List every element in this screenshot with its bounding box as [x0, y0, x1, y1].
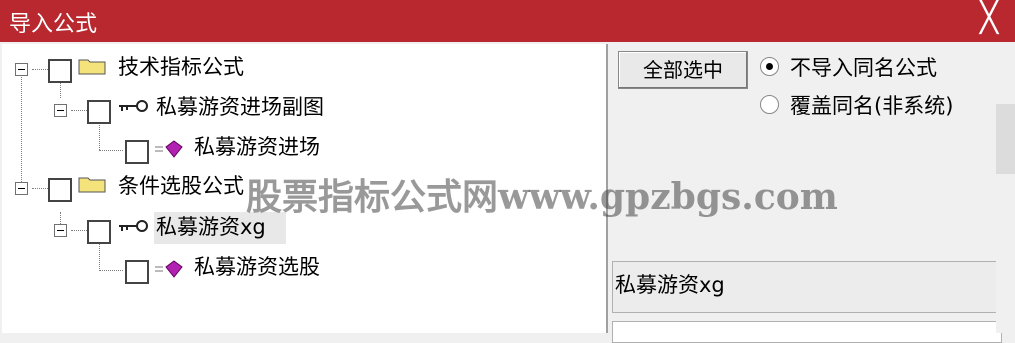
collapse-icon[interactable] — [15, 182, 28, 195]
gem-icon — [155, 140, 183, 158]
key-icon — [119, 220, 148, 232]
selected-formula-name: 私募游资xg — [615, 273, 725, 297]
gem-icon — [155, 260, 183, 278]
close-icon[interactable]: ╳ — [977, 3, 1001, 33]
formula-checkbox[interactable] — [87, 100, 111, 124]
tree-line — [71, 230, 87, 231]
collapse-icon[interactable] — [15, 63, 28, 76]
title-bar: 导入公式 ╳ — [0, 0, 1015, 42]
tree-line — [99, 270, 123, 271]
select-all-button[interactable]: 全部选中 — [618, 51, 748, 89]
formula-name-display: 私募游资xg — [612, 261, 1002, 313]
folder-icon — [78, 177, 106, 193]
leaf-checkbox[interactable] — [125, 140, 149, 164]
collapse-icon[interactable] — [54, 224, 67, 237]
radio-skip-duplicates[interactable] — [760, 57, 779, 76]
options-panel: 全部选中 不导入同名公式 覆盖同名(非系统) 私募游资xg — [608, 44, 1015, 343]
description-box[interactable] — [612, 321, 1002, 343]
formula-checkbox[interactable] — [87, 220, 111, 244]
collapse-icon[interactable] — [54, 104, 67, 117]
folder-icon — [78, 59, 106, 75]
group-checkbox[interactable] — [48, 178, 72, 202]
tree-line — [99, 150, 123, 151]
radio-overwrite[interactable] — [760, 95, 779, 114]
leaf-checkbox[interactable] — [125, 260, 149, 284]
formula-label: 私募游资进场副图 — [156, 95, 324, 119]
leaf-label: 私募游资选股 — [194, 255, 320, 279]
formula-label[interactable]: 私募游资xg — [156, 213, 266, 241]
scrollbar-thumb[interactable] — [996, 104, 1015, 174]
group-label: 技术指标公式 — [118, 55, 244, 79]
tree-line — [71, 110, 87, 111]
key-icon — [119, 100, 148, 112]
radio-label-skip-duplicates: 不导入同名公式 — [790, 56, 937, 80]
formula-tree[interactable]: 技术指标公式 私募游资进场副图 私募游资进场 条件选股公式 私募游资xg 私募游… — [2, 44, 608, 333]
leaf-label: 私募游资进场 — [194, 135, 320, 159]
scrollbar[interactable] — [996, 44, 1015, 333]
tree-line — [32, 188, 48, 189]
radio-label-overwrite: 覆盖同名(非系统) — [790, 94, 954, 118]
tree-line — [21, 74, 22, 192]
tree-line — [32, 69, 48, 70]
window-title: 导入公式 — [9, 12, 98, 37]
group-label: 条件选股公式 — [118, 174, 244, 198]
group-checkbox[interactable] — [48, 59, 72, 83]
